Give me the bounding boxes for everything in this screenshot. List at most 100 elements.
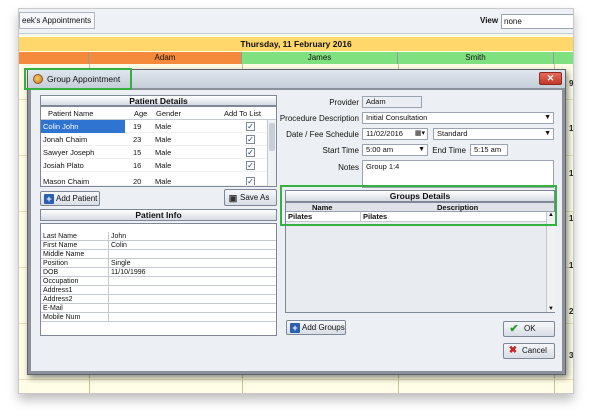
column-adam[interactable]: Adam <box>89 52 242 64</box>
groups-details-highlight <box>280 185 557 226</box>
close-button[interactable]: ✕ <box>539 72 562 85</box>
fee-schedule-label: Date / Fee Schedule <box>286 130 359 139</box>
provider-field[interactable]: Adam <box>362 96 422 108</box>
info-label: Address1 <box>43 286 109 295</box>
patient-details-header: Patient Details <box>40 95 277 106</box>
cancel-icon: ✖ <box>508 345 518 356</box>
add-groups-button[interactable]: + Add Groups <box>286 320 346 335</box>
hour-label: 12 <box>569 214 574 223</box>
table-header-row: Patient Name Age Gender Add To List <box>41 107 276 120</box>
hour-label: 11 <box>569 169 574 178</box>
patient-name: Jonah Chaim <box>43 135 88 144</box>
info-row: Last Name John <box>41 232 276 241</box>
column-header-patient-name: Patient Name <box>48 109 94 118</box>
table-row[interactable]: Mason Chaim 20 Male ✓ <box>41 172 276 186</box>
provider-label: Provider <box>329 98 359 107</box>
patient-age: 20 <box>133 177 142 186</box>
info-row: E-Mail <box>41 304 276 313</box>
calendar-date-header: Thursday, 11 February 2016 <box>19 37 573 51</box>
info-value[interactable]: Single <box>111 259 130 268</box>
chevron-down-icon: ▼ <box>544 130 551 137</box>
notes-label: Notes <box>338 163 359 172</box>
info-label: First Name <box>43 241 109 250</box>
column-header-add-to-list: Add To List <box>224 109 261 118</box>
procedure-select[interactable]: Initial Consultation ▼ <box>362 112 554 124</box>
patient-gender: Male <box>155 148 172 157</box>
add-patient-label: Add Patient <box>56 194 98 203</box>
column-smith[interactable]: Smith <box>398 52 554 64</box>
info-row: Middle Name <box>41 250 276 259</box>
info-label: Middle Name <box>43 250 109 259</box>
info-row: Occupation <box>41 277 276 286</box>
provider-columns: Adam James Smith <box>19 52 573 64</box>
info-label: DOB <box>43 268 109 277</box>
start-time-value: 5:00 am <box>366 145 394 154</box>
add-to-list-checkbox[interactable]: ✓ <box>246 148 255 157</box>
table-row[interactable]: Jonah Chaim 23 Male ✓ <box>41 133 276 146</box>
add-to-list-checkbox[interactable]: ✓ <box>246 177 255 185</box>
hour-label: 9 <box>569 79 574 88</box>
end-time-field[interactable]: 5:15 am <box>470 144 508 156</box>
add-to-list-checkbox[interactable]: ✓ <box>246 161 255 170</box>
fee-schedule-select[interactable]: Standard ▼ <box>433 128 554 140</box>
view-label: View <box>480 16 499 25</box>
patient-list-scrollbar[interactable] <box>267 120 276 186</box>
patient-name: Colin John <box>41 120 125 133</box>
info-value[interactable]: 11/10/1996 <box>111 268 146 277</box>
patient-gender: Male <box>155 135 172 144</box>
check-icon: ✔ <box>509 323 519 335</box>
cancel-button[interactable]: ✖ Cancel <box>503 343 555 359</box>
patient-age: 15 <box>133 148 142 157</box>
add-patient-button[interactable]: + Add Patient <box>40 191 100 206</box>
info-value[interactable]: Colin <box>111 241 127 250</box>
add-to-list-checkbox[interactable]: ✓ <box>246 122 255 131</box>
date-value: 11/02/2016 <box>366 129 403 138</box>
plus-icon: + <box>44 194 54 204</box>
save-as-button[interactable]: ▣ Save As <box>224 189 277 206</box>
start-time-select[interactable]: 5:00 am ▼ <box>362 144 428 156</box>
view-select[interactable]: none <box>501 14 573 29</box>
add-groups-label: Add Groups <box>302 323 345 332</box>
tab-weeks-appointments[interactable]: eek's Appointments <box>19 12 95 29</box>
table-row[interactable]: Sawyer Joseph 15 Male ✓ <box>41 146 276 159</box>
time-column-header <box>19 52 89 64</box>
scroll-down-icon[interactable]: ▼ <box>548 306 554 312</box>
info-row: Position Single <box>41 259 276 268</box>
scrollbar-thumb[interactable] <box>269 123 275 151</box>
patient-details-table: Patient Name Age Gender Add To List Coli… <box>40 106 277 187</box>
start-time-label: Start Time <box>322 146 359 155</box>
procedure-label: Procedure Description <box>279 114 359 123</box>
patient-info-header: Patient Info <box>40 209 277 221</box>
table-row[interactable]: Colin John 19 Male ✓ <box>41 120 276 133</box>
patient-name: Sawyer Joseph <box>43 148 95 157</box>
add-to-list-checkbox[interactable]: ✓ <box>246 135 255 144</box>
info-row: Address1 <box>41 286 276 295</box>
table-row[interactable]: Josiah Plato 16 Male ✓ <box>41 159 276 172</box>
info-value[interactable]: John <box>111 232 126 241</box>
patient-gender: Male <box>155 161 172 170</box>
info-label: Occupation <box>43 277 109 286</box>
info-label: Last Name <box>43 232 109 241</box>
info-label: E-Mail <box>43 304 109 313</box>
ok-button[interactable]: ✔ OK <box>503 321 555 337</box>
patient-age: 19 <box>133 122 142 131</box>
patient-gender: Male <box>155 122 172 131</box>
date-picker[interactable]: 11/02/2016 ▦▾ <box>362 128 428 140</box>
save-icon: ▣ <box>228 193 238 203</box>
info-label: Position <box>43 259 109 268</box>
column-james[interactable]: James <box>242 52 398 64</box>
groups-scrollbar[interactable]: ▲ ▼ <box>546 212 555 312</box>
column-extra <box>554 52 573 64</box>
column-header-age: Age <box>134 109 148 118</box>
info-row: First Name Colin <box>41 241 276 250</box>
hour-label: 2 <box>569 307 574 316</box>
title-highlight <box>24 68 132 90</box>
patient-info-table: Last Name John First Name Colin Middle N… <box>40 223 277 336</box>
notes-textarea[interactable]: Group 1:4 <box>362 160 554 188</box>
chevron-down-icon: ▼ <box>418 146 425 153</box>
hour-label: 1 <box>569 261 574 270</box>
dialog-body: Patient Details Patient Name Age Gender … <box>31 90 562 371</box>
ok-label: OK <box>524 324 536 333</box>
patient-gender: Male <box>155 177 172 186</box>
info-row: Address2 <box>41 295 276 304</box>
